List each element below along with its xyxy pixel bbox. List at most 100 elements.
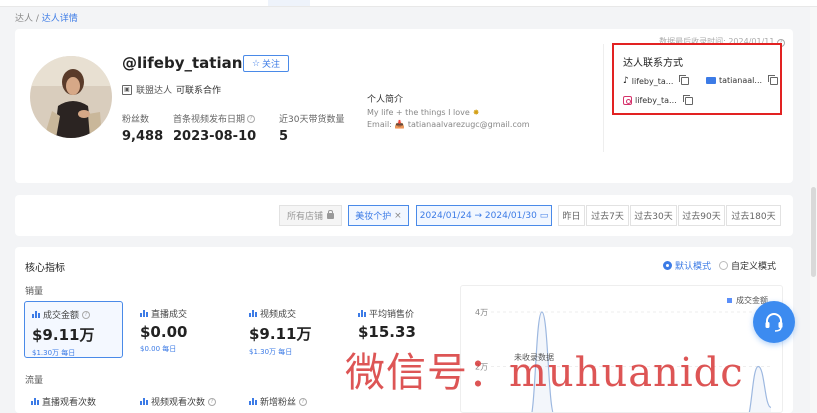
bio-email-line: Email: 📥 tatianaalvarezugc@gmail.com xyxy=(367,120,530,129)
filter-bar: 所有店铺 美妆个护 × 2024/01/24 → 2024/01/30 ▭ 昨日… xyxy=(15,195,793,236)
help-icon[interactable]: ? xyxy=(82,310,91,319)
mode-custom[interactable]: 自定义模式 xyxy=(718,259,776,272)
bar-chart-icon xyxy=(32,311,40,318)
breadcrumb: 达人 / 达人详情 xyxy=(15,11,78,24)
contactable-label: 可联系合作 xyxy=(176,86,222,96)
bio: 个人简介 My life + the things I love ✸ Email… xyxy=(367,92,530,129)
help-icon[interactable]: ? xyxy=(299,397,308,406)
preset-label: 过去7天 xyxy=(591,212,624,222)
stat-label: 近30天带货数量 xyxy=(279,115,345,125)
metric-live-views[interactable]: 直播观看次数 xyxy=(31,395,96,408)
contact-info-box: 达人联系方式 ♪ lifeby_ta... tatianaal... lifeb… xyxy=(612,43,782,115)
metric-live-gmv[interactable]: 直播成交 $0.00 $0.00 每日 xyxy=(133,301,232,358)
preset-7d[interactable]: 过去7天 xyxy=(586,205,629,226)
top-nav-bar xyxy=(0,0,817,7)
bio-title: 个人简介 xyxy=(367,95,404,105)
category-label: 美妆个护 xyxy=(355,212,392,222)
preset-label: 过去30天 xyxy=(634,212,673,222)
preset-yesterday[interactable]: 昨日 xyxy=(558,205,585,226)
legend-swatch xyxy=(727,298,732,303)
inbox-icon: 📥 xyxy=(394,120,405,129)
stat-value: 9,488 xyxy=(122,129,164,144)
metric-label: 直播成交 xyxy=(151,310,188,320)
stat-label: 粉丝数 xyxy=(122,115,150,125)
metric-daily: $1.30万 每日 xyxy=(32,349,76,357)
profile-card: 数据最后收录时间: 2024/01/11 ? @lifeby_tatiana ☆… xyxy=(15,29,793,183)
preset-180d[interactable]: 过去180天 xyxy=(726,205,781,226)
star-icon: ☆ xyxy=(251,58,261,69)
follow-button[interactable]: ☆ 关注 xyxy=(243,55,289,72)
group-label-sales: 销量 xyxy=(25,287,44,297)
shop-filter-label: 所有店铺 xyxy=(286,212,323,222)
avatar-image xyxy=(30,56,112,138)
metric-new-followers[interactable]: 新增粉丝? xyxy=(249,395,308,408)
mode-switch: 默认模式 自定义模式 xyxy=(662,259,776,272)
breadcrumb-separator: / xyxy=(33,14,42,24)
preset-30d[interactable]: 过去30天 xyxy=(630,205,677,226)
bar-chart-icon xyxy=(140,398,148,405)
y-tick-label: 4万 xyxy=(475,308,488,317)
metric-label: 新增粉丝 xyxy=(260,398,297,408)
metric-gmv[interactable]: 成交金额? $9.11万 $1.30万 每日 xyxy=(24,301,123,358)
metric-daily: $1.30万 每日 xyxy=(249,348,293,356)
username: @lifeby_tatiana xyxy=(122,54,253,72)
affiliate-icon: ▣ xyxy=(122,84,132,95)
breadcrumb-parent[interactable]: 达人 xyxy=(15,14,33,24)
copy-icon[interactable] xyxy=(679,75,690,85)
bar-chart-icon xyxy=(31,398,39,405)
help-icon[interactable]: ? xyxy=(247,114,256,123)
contact-instagram[interactable]: lifeby_ta... xyxy=(623,94,693,105)
bio-text: My life + the things I love xyxy=(367,108,470,117)
mode-label: 自定义模式 xyxy=(730,262,776,272)
contact-email[interactable]: tatianaal... xyxy=(706,74,779,85)
help-icon[interactable]: ? xyxy=(208,397,217,406)
scrollbar-track[interactable] xyxy=(810,7,817,413)
bar-chart-icon xyxy=(358,310,366,317)
preset-90d[interactable]: 过去90天 xyxy=(678,205,725,226)
metric-value: $15.33 xyxy=(358,323,416,341)
active-tab-indicator xyxy=(268,0,310,6)
close-icon[interactable]: × xyxy=(394,211,402,221)
metric-video-views[interactable]: 视频观看次数? xyxy=(140,395,217,408)
support-chat-button[interactable] xyxy=(753,301,795,343)
bio-line: My life + the things I love ✸ xyxy=(367,108,530,117)
stat-label: 首条视频发布日期 xyxy=(173,115,246,125)
stat-first-video-date: 首条视频发布日期? 2023-08-10 xyxy=(173,112,256,144)
copy-icon[interactable] xyxy=(768,74,779,85)
bar-chart-icon xyxy=(140,310,148,317)
metric-label: 成交金额 xyxy=(43,311,80,321)
contact-title: 达人联系方式 xyxy=(623,58,683,69)
bee-emoji-icon: ✸ xyxy=(472,108,480,117)
account-type-label: 联盟达人 xyxy=(136,86,173,96)
headset-icon xyxy=(765,313,783,332)
copy-icon[interactable] xyxy=(682,94,693,105)
section-title: 核心指标 xyxy=(25,263,65,274)
shop-filter[interactable]: 所有店铺 xyxy=(279,205,342,226)
stat-products-30d: 近30天带货数量 5 xyxy=(279,112,344,144)
mode-default[interactable]: 默认模式 xyxy=(662,259,711,272)
avatar xyxy=(30,56,112,138)
bar-chart-icon xyxy=(249,398,257,405)
breadcrumb-current: 达人详情 xyxy=(41,14,78,24)
email-prefix: Email: xyxy=(367,120,392,129)
calendar-icon: ▭ xyxy=(539,210,549,221)
account-type: ▣ 联盟达人 可联系合作 xyxy=(122,83,221,96)
follow-label: 关注 xyxy=(262,60,281,70)
divider xyxy=(603,44,604,152)
metric-label: 视频观看次数 xyxy=(151,398,206,408)
scrollbar-thumb[interactable] xyxy=(811,187,816,277)
stat-followers: 粉丝数 9,488 xyxy=(122,112,163,144)
metric-value: $0.00 xyxy=(140,323,188,341)
category-filter[interactable]: 美妆个护 × xyxy=(348,205,409,226)
radio-checked-icon xyxy=(662,261,672,270)
date-range-picker[interactable]: 2024/01/24 → 2024/01/30 ▭ xyxy=(416,205,552,226)
date-range-text: 2024/01/24 → 2024/01/30 xyxy=(419,210,537,221)
watermark-text: 微信号：muhuanidc xyxy=(345,350,744,396)
metric-daily: $0.00 每日 xyxy=(140,345,177,353)
contact-tiktok[interactable]: ♪ lifeby_ta... xyxy=(623,75,690,86)
metric-video-gmv[interactable]: 视频成交 $9.11万 $1.30万 每日 xyxy=(242,301,341,358)
preset-label: 过去180天 xyxy=(731,212,776,222)
bio-email[interactable]: tatianaalvarezugc@gmail.com xyxy=(408,120,530,129)
stat-value: 2023-08-10 xyxy=(173,129,257,144)
metric-value: $9.11万 xyxy=(32,326,95,344)
